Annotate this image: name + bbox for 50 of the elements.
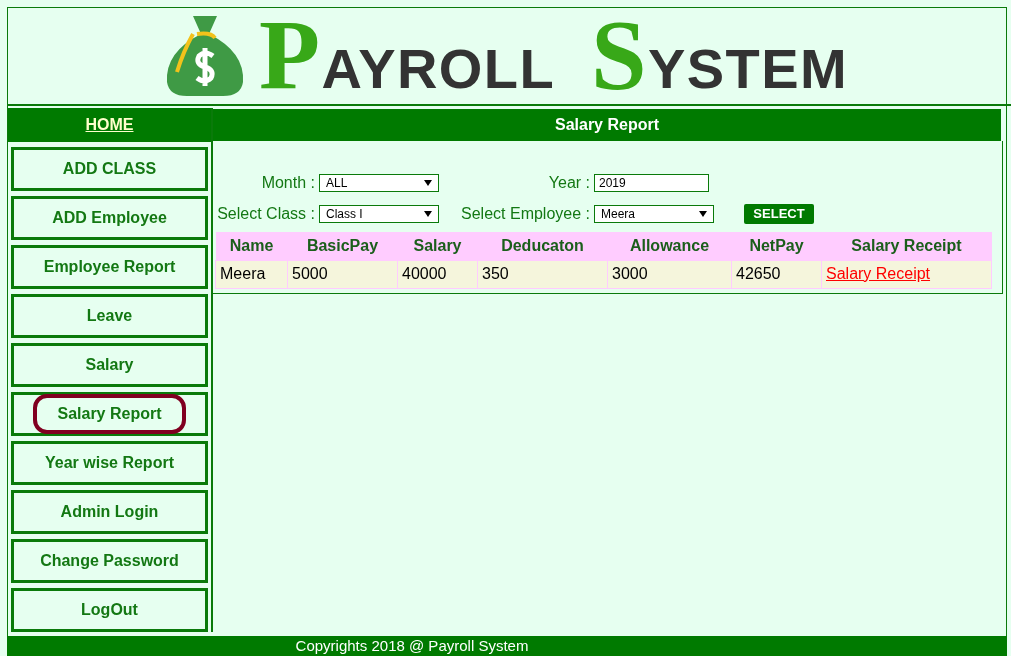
sidebar-item-label: Change Password: [40, 551, 179, 571]
employee-label: Select Employee :: [460, 204, 591, 224]
sidebar-item-label: Admin Login: [60, 502, 159, 522]
column-header: Allowance: [607, 232, 732, 260]
table-cell: 40000: [397, 260, 478, 288]
sidebar-item-label: Salary: [85, 355, 134, 375]
sidebar-item-label: ADD Employee: [52, 208, 167, 228]
dropdown[interactable]: ALL: [319, 174, 439, 192]
sidebar-item[interactable]: Employee Report: [11, 245, 208, 289]
dropdown[interactable]: Meera: [594, 205, 714, 223]
sidebar-item-label: Year wise Report: [45, 453, 174, 473]
table-cell: 5000: [287, 260, 398, 288]
year-label: Year :: [547, 173, 591, 193]
sidebar-item[interactable]: Salary: [11, 343, 208, 387]
sidebar-item-label: Leave: [86, 306, 133, 326]
column-header: Salary Receipt: [821, 232, 992, 260]
table-cell: Meera: [215, 260, 288, 288]
sidebar-item-label: Salary Report: [33, 394, 186, 434]
sidebar-item-label: ADD CLASS: [62, 159, 157, 179]
select-button[interactable]: SELECT: [744, 204, 814, 224]
dropdown-caret-icon: [424, 180, 432, 186]
column-header: Deducaton: [477, 232, 608, 260]
column-header: Salary: [397, 232, 478, 260]
year-field[interactable]: 2019: [594, 174, 709, 192]
logo-text: PAYROLL: [259, 5, 555, 105]
sidebar-item[interactable]: Salary Report: [11, 392, 208, 436]
sidebar-item[interactable]: ADD CLASS: [11, 147, 208, 191]
dropdown-caret-icon: [424, 211, 432, 217]
month-label: Month :: [260, 173, 316, 193]
table-cell: 3000: [607, 260, 732, 288]
column-header: Name: [215, 232, 288, 260]
table-cell: 350: [477, 260, 608, 288]
home-link[interactable]: HOME: [85, 113, 134, 137]
sidebar-item[interactable]: Leave: [11, 294, 208, 338]
column-header: NetPay: [731, 232, 822, 260]
dropdown-caret-icon: [699, 211, 707, 217]
logo-text: SYSTEM: [591, 5, 848, 105]
class-label: Select Class :: [216, 204, 316, 224]
sidebar-item[interactable]: ADD Employee: [11, 196, 208, 240]
sidebar-item[interactable]: Change Password: [11, 539, 208, 583]
sidebar-item[interactable]: LogOut: [11, 588, 208, 632]
sidebar-item[interactable]: Year wise Report: [11, 441, 208, 485]
panel-title-bar: Salary Report: [213, 109, 1001, 141]
column-header: BasicPay: [287, 232, 398, 260]
sidebar-item-label: LogOut: [81, 600, 138, 620]
table-cell: 42650: [731, 260, 822, 288]
footer: Copyrights 2018 @ Payroll System: [7, 636, 1007, 656]
sidebar-item-label: Employee Report: [43, 257, 176, 277]
dropdown[interactable]: Class I: [319, 205, 439, 223]
sidebar-item[interactable]: Admin Login: [11, 490, 208, 534]
